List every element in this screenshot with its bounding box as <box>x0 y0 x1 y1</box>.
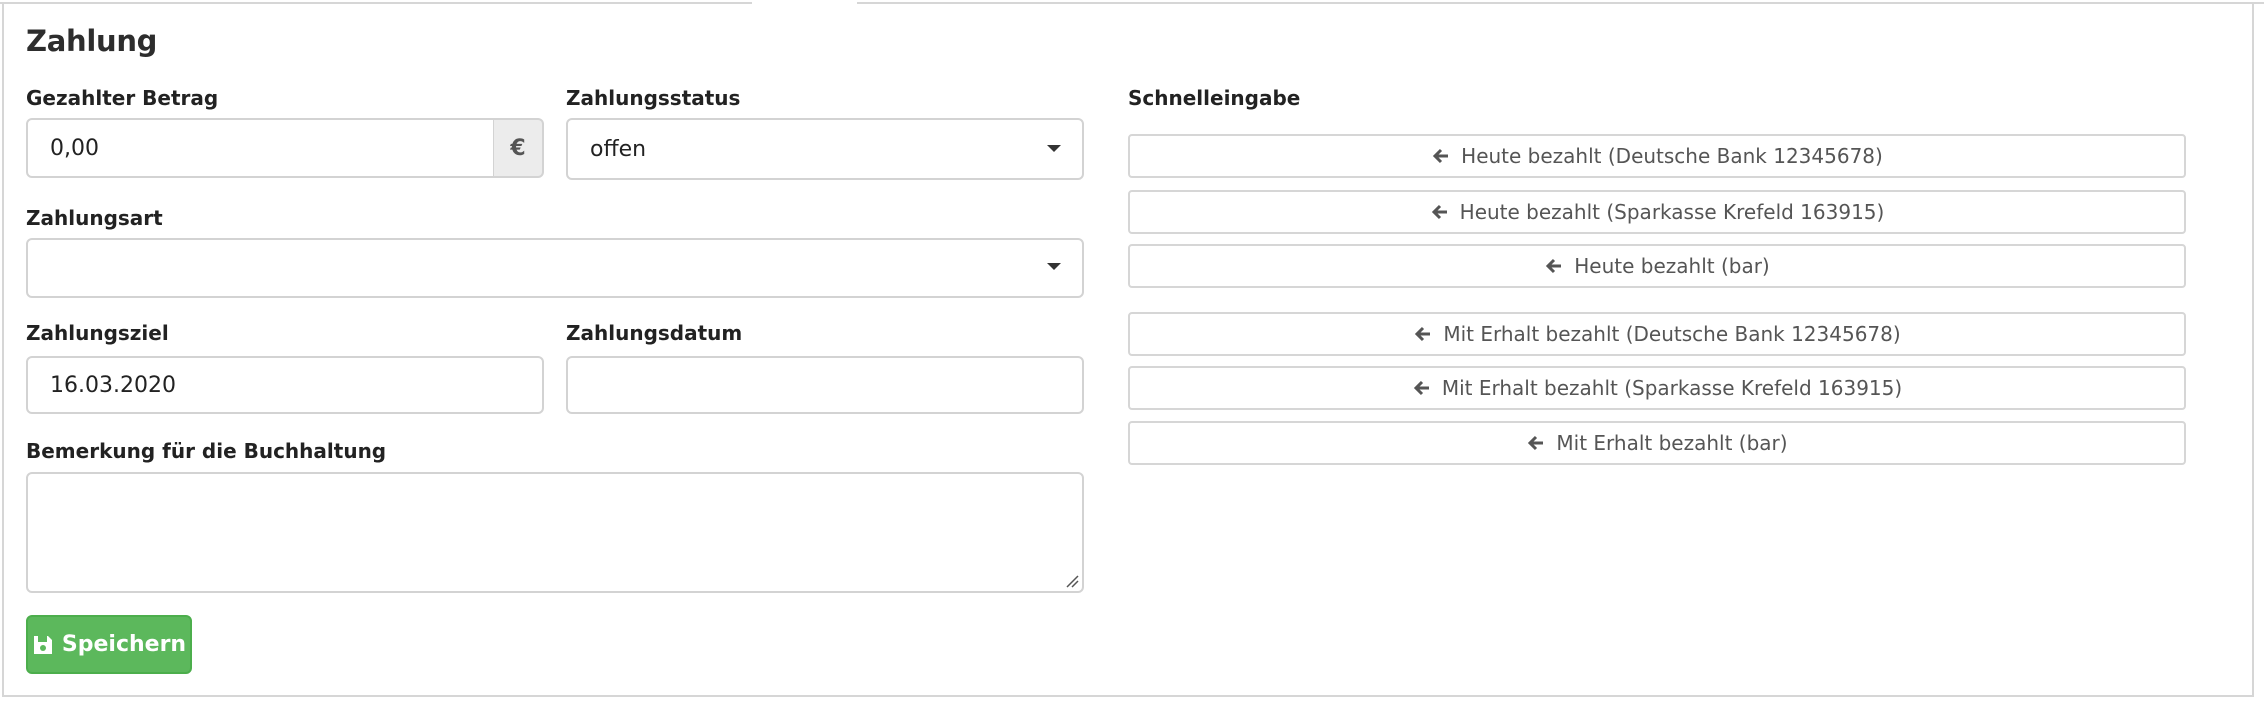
save-button[interactable]: Speichern <box>26 615 192 674</box>
method-label: Zahlungsart <box>26 206 163 230</box>
section-title: Zahlung <box>26 24 158 58</box>
resize-handle-icon[interactable] <box>1065 574 1079 588</box>
amount-input[interactable]: 0,00 <box>26 118 495 178</box>
quick-paid-today-cash-button[interactable]: Heute bezahlt (bar) <box>1128 244 2186 288</box>
quick-button-label: Heute bezahlt (Sparkasse Krefeld 163915) <box>1459 200 1885 224</box>
due-date-input[interactable]: 16.03.2020 <box>26 356 544 414</box>
arrow-left-icon <box>1431 146 1453 166</box>
amount-value: 0,00 <box>50 135 99 161</box>
status-label: Zahlungsstatus <box>566 86 741 110</box>
quick-paid-today-deutsche-bank-button[interactable]: Heute bezahlt (Deutsche Bank 12345678) <box>1128 134 2186 178</box>
status-value: offen <box>590 136 647 162</box>
quick-button-label: Mit Erhalt bezahlt (bar) <box>1556 431 1788 455</box>
quick-paid-on-receipt-sparkasse-button[interactable]: Mit Erhalt bezahlt (Sparkasse Krefeld 16… <box>1128 366 2186 410</box>
arrow-left-icon <box>1544 256 1566 276</box>
currency-addon: € <box>494 118 544 178</box>
amount-label: Gezahlter Betrag <box>26 86 219 110</box>
method-select[interactable] <box>26 238 1084 298</box>
payment-date-input[interactable] <box>566 356 1084 414</box>
quick-paid-on-receipt-cash-button[interactable]: Mit Erhalt bezahlt (bar) <box>1128 421 2186 465</box>
status-select[interactable]: offen <box>566 118 1084 180</box>
quick-entry-label: Schnelleingabe <box>1128 86 1301 110</box>
quick-button-label: Heute bezahlt (Deutsche Bank 12345678) <box>1461 144 1883 168</box>
quick-button-label: Mit Erhalt bezahlt (Sparkasse Krefeld 16… <box>1441 376 1903 400</box>
due-date-value: 16.03.2020 <box>50 372 176 398</box>
arrow-left-icon <box>1430 202 1452 222</box>
quick-button-label: Heute bezahlt (bar) <box>1574 254 1770 278</box>
currency-symbol: € <box>510 135 526 161</box>
arrow-left-icon <box>1526 433 1548 453</box>
quick-paid-on-receipt-deutsche-bank-button[interactable]: Mit Erhalt bezahlt (Deutsche Bank 123456… <box>1128 312 2186 356</box>
due-date-label: Zahlungsziel <box>26 321 169 345</box>
note-textarea[interactable] <box>26 472 1084 593</box>
note-label: Bemerkung für die Buchhaltung <box>26 439 387 463</box>
save-icon <box>32 634 54 656</box>
arrow-left-icon <box>1413 324 1435 344</box>
quick-button-label: Mit Erhalt bezahlt (Deutsche Bank 123456… <box>1443 322 1901 346</box>
save-label: Speichern <box>61 632 187 657</box>
quick-paid-today-sparkasse-button[interactable]: Heute bezahlt (Sparkasse Krefeld 163915) <box>1128 190 2186 234</box>
arrow-left-icon <box>1412 378 1434 398</box>
caret-down-icon <box>1047 145 1061 152</box>
payment-date-label: Zahlungsdatum <box>566 321 743 345</box>
caret-down-icon <box>1047 263 1061 270</box>
